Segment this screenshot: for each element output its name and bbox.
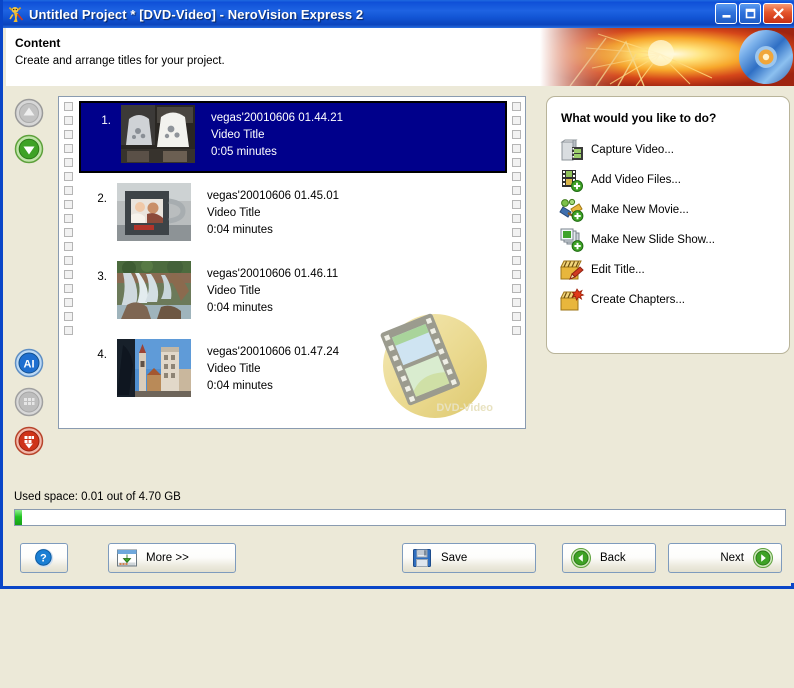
task-list: Capture Video... Add Video Files... Make… [547, 135, 789, 315]
item-number: 2. [97, 193, 107, 205]
svg-text:?: ? [40, 553, 47, 565]
minimize-button[interactable] [715, 3, 737, 24]
title-items: 1. vegas'20010606 01.44.21 Video Title 0… [77, 97, 507, 428]
task-label: Edit Title... [591, 264, 645, 276]
capture-video-icon [559, 138, 585, 162]
back-button[interactable]: Back [562, 543, 656, 573]
more-button[interactable]: More >> [108, 543, 236, 573]
task-capture-video[interactable]: Capture Video... [547, 135, 789, 165]
page-subtitle: Create and arrange titles for your proje… [15, 55, 225, 67]
task-add-video-files[interactable]: Add Video Files... [547, 165, 789, 195]
item-type: Video Title [207, 363, 261, 375]
make-new-slide-show-icon [559, 228, 585, 252]
move-up-arrow[interactable] [14, 98, 44, 128]
remove-button[interactable] [14, 426, 44, 456]
item-name: vegas'20010606 01.44.21 [211, 112, 344, 124]
disc-usage-progressbar [14, 509, 786, 526]
item-meta: vegas'20010606 01.46.11 Video Title 0:04… [207, 261, 338, 317]
more-icon [116, 547, 138, 569]
item-type: Video Title [211, 129, 265, 141]
task-label: Capture Video... [591, 144, 674, 156]
task-panel: What would you like to do? Capture Video… [546, 96, 790, 354]
task-label: Create Chapters... [591, 294, 685, 306]
list-item[interactable]: 1. vegas'20010606 01.44.21 Video Title 0… [79, 101, 507, 173]
list-item[interactable]: 4. vegas'20010606 01.47.24 Video Title 0… [77, 335, 507, 407]
save-button[interactable]: Save [402, 543, 536, 573]
item-number: 1. [101, 115, 111, 127]
item-thumbnail [117, 183, 191, 241]
item-number: 4. [97, 349, 107, 361]
item-duration: 0:04 minutes [207, 224, 273, 236]
help-icon: ? [33, 547, 55, 569]
create-chapters-icon [559, 288, 585, 312]
close-button[interactable] [763, 3, 793, 24]
list-item[interactable]: 3. vegas'20010606 01.46.11 Video Title 0… [77, 257, 507, 329]
item-thumbnail [117, 339, 191, 397]
item-name: vegas'20010606 01.45.01 [207, 190, 340, 202]
item-duration: 0:05 minutes [211, 146, 277, 158]
item-meta: vegas'20010606 01.47.24 Video Title 0:04… [207, 339, 339, 395]
item-number: 3. [97, 271, 107, 283]
task-panel-heading: What would you like to do? [561, 111, 717, 125]
make-new-movie-icon [559, 198, 585, 222]
footer-toolbar: ? More >> Save Back Next [6, 535, 794, 583]
next-label: Next [720, 552, 744, 564]
page-header: Content Create and arrange titles for yo… [6, 28, 794, 86]
item-name: vegas'20010606 01.46.11 [207, 268, 339, 280]
back-arrow-icon [570, 547, 592, 569]
title-bar: Untitled Project * [DVD-Video] - NeroVis… [3, 0, 794, 28]
item-duration: 0:04 minutes [207, 380, 273, 392]
maximize-button[interactable] [739, 3, 761, 24]
svg-text:AI: AI [24, 359, 35, 371]
status-area: Used space: 0.01 out of 4.70 GB [6, 483, 794, 535]
next-arrow-icon [752, 547, 774, 569]
item-type: Video Title [207, 207, 261, 219]
add-video-files-icon [559, 168, 585, 192]
task-make-new-slide-show[interactable]: Make New Slide Show... [547, 225, 789, 255]
task-label: Make New Movie... [591, 204, 689, 216]
item-type: Video Title [207, 285, 261, 297]
task-label: Add Video Files... [591, 174, 681, 186]
task-make-new-movie[interactable]: Make New Movie... [547, 195, 789, 225]
next-button[interactable]: Next [668, 543, 782, 573]
task-create-chapters[interactable]: Create Chapters... [547, 285, 789, 315]
header-banner-graphic [540, 28, 794, 86]
title-list[interactable]: DVD-Video 1. vegas'20010606 01.44.21 Vid… [58, 96, 526, 429]
save-floppy-icon [411, 547, 433, 569]
help-button[interactable]: ? [20, 543, 68, 573]
more-label: More >> [146, 552, 189, 564]
film-perforations-right [507, 97, 525, 428]
application-window: Untitled Project * [DVD-Video] - NeroVis… [0, 0, 794, 589]
item-meta: vegas'20010606 01.44.21 Video Title 0:05… [211, 105, 343, 161]
film-perforations-left [59, 97, 77, 428]
properties-button[interactable]: AI [14, 348, 44, 378]
item-duration: 0:04 minutes [207, 302, 273, 314]
used-space-label: Used space: 0.01 out of 4.70 GB [14, 491, 181, 503]
item-name: vegas'20010606 01.47.24 [207, 346, 340, 358]
window-controls [715, 3, 793, 24]
list-item[interactable]: 2. vegas'20010606 01.45.01 Video Title 0… [77, 179, 507, 251]
delete-button-disabled [14, 387, 44, 417]
edit-title-icon [559, 258, 585, 282]
task-label: Make New Slide Show... [591, 234, 716, 246]
task-edit-title[interactable]: Edit Title... [547, 255, 789, 285]
content-area: AI DVD-Video 1. vegas'20010606 01.44.21 … [6, 86, 794, 483]
progress-fill [15, 510, 22, 525]
page-title: Content [15, 36, 61, 50]
item-thumbnail [117, 261, 191, 319]
item-thumbnail [121, 105, 195, 163]
nero-lion-icon [7, 5, 25, 23]
item-meta: vegas'20010606 01.45.01 Video Title 0:04… [207, 183, 339, 239]
window-title: Untitled Project * [DVD-Video] - NeroVis… [29, 6, 364, 22]
save-label: Save [441, 552, 468, 564]
back-label: Back [600, 552, 626, 564]
move-down-arrow[interactable] [14, 134, 44, 164]
